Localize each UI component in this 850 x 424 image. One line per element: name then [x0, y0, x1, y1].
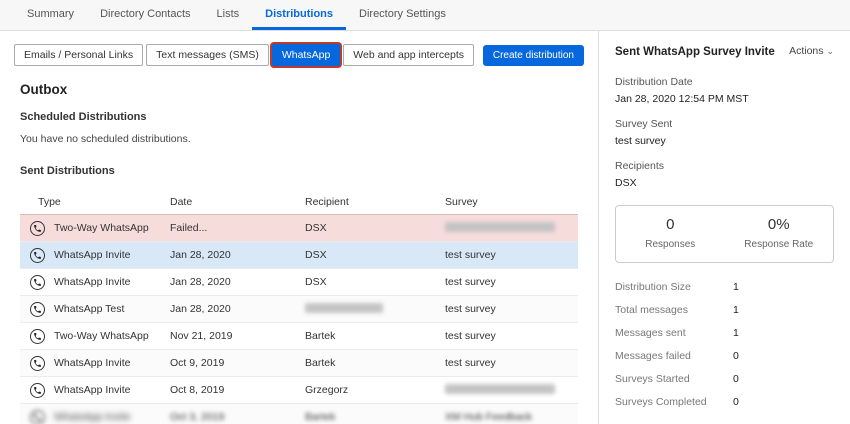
- distributions-pane: Emails / Personal Links Text messages (S…: [0, 31, 599, 424]
- whatsapp-phone-icon: [30, 329, 45, 344]
- stat-distribution-size: Distribution Size 1: [615, 281, 834, 293]
- distribution-type: WhatsApp Invite: [54, 249, 130, 261]
- stat-messages-failed: Messages failed 0: [615, 350, 834, 362]
- redacted-recipient: [305, 303, 383, 313]
- distribution-type: WhatsApp Test: [54, 303, 124, 315]
- tab-directory-settings[interactable]: Directory Settings: [346, 0, 459, 30]
- response-rate-value: 0%: [725, 216, 834, 233]
- distribution-survey: test survey: [445, 249, 578, 261]
- distribution-date: Jan 28, 2020: [170, 249, 305, 261]
- distribution-type: WhatsApp Invite: [54, 384, 130, 396]
- tab-summary[interactable]: Summary: [14, 0, 87, 30]
- distribution-recipient: DSX: [305, 249, 445, 261]
- table-row[interactable]: WhatsApp Invite Jan 28, 2020 DSX test su…: [20, 269, 578, 296]
- responses-count: 0: [616, 216, 725, 233]
- column-header-survey: Survey: [445, 196, 578, 208]
- channel-web-intercepts-button[interactable]: Web and app intercepts: [343, 44, 474, 66]
- distribution-date: Jan 28, 2020: [170, 303, 305, 315]
- stat-surveys-started: Surveys Started 0: [615, 373, 834, 385]
- whatsapp-phone-icon: [30, 302, 45, 317]
- stat-messages-sent: Messages sent 1: [615, 327, 834, 339]
- create-distribution-button[interactable]: Create distribution: [483, 45, 584, 66]
- table-row[interactable]: Two-Way WhatsApp Failed... DSX: [20, 215, 578, 242]
- table-row[interactable]: WhatsApp Invite Oct 3, 2019 Bartek XM Hu…: [20, 404, 578, 424]
- outbox-section: Outbox Scheduled Distributions You have …: [0, 66, 598, 424]
- scheduled-distributions-title: Scheduled Distributions: [20, 111, 578, 123]
- response-rate-label: Response Rate: [725, 239, 834, 250]
- detail-title: Sent WhatsApp Survey Invite: [615, 45, 775, 60]
- distribution-type: Two-Way WhatsApp: [54, 222, 149, 234]
- distribution-survey: XM Hub Feedback: [445, 411, 578, 423]
- distribution-type: Two-Way WhatsApp: [54, 330, 149, 342]
- recipients-label: Recipients: [615, 160, 834, 172]
- distribution-type: WhatsApp Invite: [54, 411, 130, 423]
- distribution-type: WhatsApp Invite: [54, 276, 130, 288]
- top-nav: Summary Directory Contacts Lists Distrib…: [0, 0, 850, 31]
- distribution-survey: test survey: [445, 303, 578, 315]
- distribution-date: Oct 9, 2019: [170, 357, 305, 369]
- distribution-detail-panel: Sent WhatsApp Survey Invite Actions ⌄ Di…: [599, 31, 850, 424]
- distribution-date: Oct 3, 2019: [170, 411, 305, 423]
- chevron-down-icon: ⌄: [826, 46, 834, 56]
- scheduled-empty-text: You have no scheduled distributions.: [20, 133, 578, 145]
- distribution-recipient: Bartek: [305, 330, 445, 342]
- survey-sent-label: Survey Sent: [615, 118, 834, 130]
- table-row[interactable]: WhatsApp Invite Oct 8, 2019 Grzegorz: [20, 377, 578, 404]
- table-row[interactable]: Two-Way WhatsApp Nov 21, 2019 Bartek tes…: [20, 323, 578, 350]
- channel-emails-button[interactable]: Emails / Personal Links: [14, 44, 143, 66]
- actions-dropdown[interactable]: Actions ⌄: [789, 45, 834, 57]
- whatsapp-phone-icon: [30, 410, 45, 424]
- tab-lists[interactable]: Lists: [204, 0, 253, 30]
- whatsapp-phone-icon: [30, 248, 45, 263]
- whatsapp-phone-icon: [30, 356, 45, 371]
- sent-distributions-table: Type Date Recipient Survey Two-Way Whats…: [20, 189, 578, 424]
- tab-distributions[interactable]: Distributions: [252, 0, 346, 30]
- channel-whatsapp-button[interactable]: WhatsApp: [272, 44, 340, 66]
- whatsapp-phone-icon: [30, 221, 45, 236]
- distribution-recipient: DSX: [305, 222, 445, 234]
- distribution-date: Jan 28, 2020: [170, 276, 305, 288]
- app-window: Summary Directory Contacts Lists Distrib…: [0, 0, 850, 424]
- distribution-date: Oct 8, 2019: [170, 384, 305, 396]
- stat-total-messages: Total messages 1: [615, 304, 834, 316]
- table-row[interactable]: WhatsApp Invite Jan 28, 2020 DSX test su…: [20, 242, 578, 269]
- distribution-survey: test survey: [445, 276, 578, 288]
- sent-distributions-title: Sent Distributions: [20, 165, 578, 177]
- column-header-type: Type: [20, 196, 170, 208]
- tab-directory-contacts[interactable]: Directory Contacts: [87, 0, 203, 30]
- whatsapp-phone-icon: [30, 383, 45, 398]
- responses-label: Responses: [616, 239, 725, 250]
- table-row[interactable]: WhatsApp Invite Oct 9, 2019 Bartek test …: [20, 350, 578, 377]
- distribution-recipient: DSX: [305, 276, 445, 288]
- recipients-value: DSX: [615, 177, 834, 189]
- column-header-date: Date: [170, 196, 305, 208]
- whatsapp-phone-icon: [30, 275, 45, 290]
- outbox-title: Outbox: [20, 82, 578, 97]
- distribution-recipient: Bartek: [305, 411, 445, 423]
- distribution-recipient: Bartek: [305, 357, 445, 369]
- distribution-recipient: Grzegorz: [305, 384, 445, 396]
- redacted-survey: [445, 384, 555, 394]
- survey-sent-value: test survey: [615, 135, 834, 147]
- distribution-date: Failed...: [170, 222, 305, 234]
- distribution-survey: test survey: [445, 357, 578, 369]
- distribution-date: Nov 21, 2019: [170, 330, 305, 342]
- distribution-date-label: Distribution Date: [615, 76, 834, 88]
- table-row[interactable]: WhatsApp Test Jan 28, 2020 test survey: [20, 296, 578, 323]
- table-header-row: Type Date Recipient Survey: [20, 189, 578, 215]
- column-header-recipient: Recipient: [305, 196, 445, 208]
- redacted-survey: [445, 222, 555, 232]
- response-summary-box: 0 Responses 0% Response Rate: [615, 205, 834, 263]
- channel-toolbar: Emails / Personal Links Text messages (S…: [0, 31, 598, 66]
- channel-sms-button[interactable]: Text messages (SMS): [146, 44, 269, 66]
- distribution-survey: test survey: [445, 330, 578, 342]
- distribution-type: WhatsApp Invite: [54, 357, 130, 369]
- stat-surveys-completed: Surveys Completed 0: [615, 396, 834, 408]
- distribution-date-value: Jan 28, 2020 12:54 PM MST: [615, 93, 834, 105]
